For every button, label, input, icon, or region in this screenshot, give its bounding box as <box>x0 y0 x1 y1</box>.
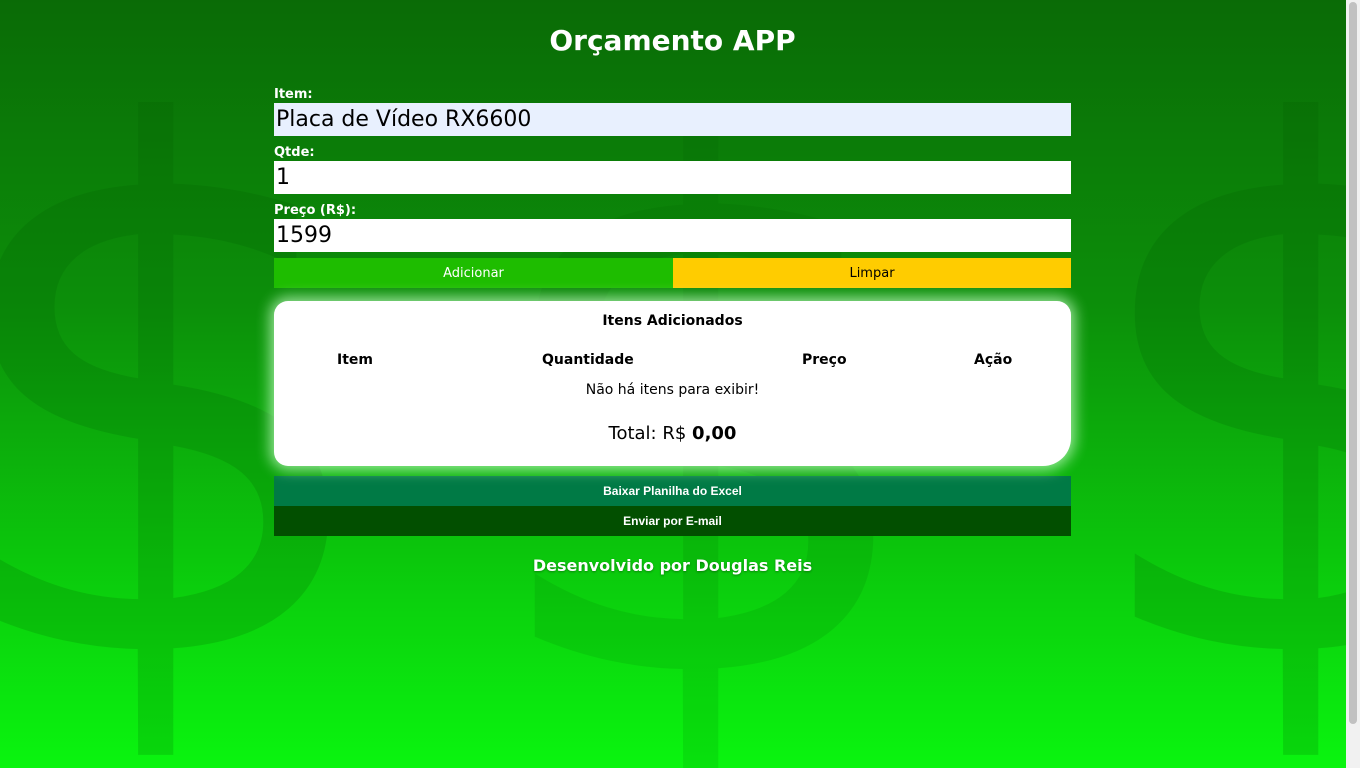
total-label: Total: R$ <box>608 423 687 444</box>
budget-form: Item: Qtde: Preço (R$): Adicionar Limpar <box>274 87 1071 288</box>
form-buttons: Adicionar Limpar <box>274 258 1071 288</box>
footer-credit: Desenvolvido por Douglas Reis <box>532 556 813 575</box>
items-card-title: Itens Adicionados <box>602 313 743 329</box>
add-button[interactable]: Adicionar <box>274 258 673 288</box>
empty-message: Não há itens para exibir! <box>585 382 760 398</box>
column-header-quantity: Quantidade <box>542 352 634 368</box>
app-container: Orçamento APP Item: Qtde: Preço (R$): Ad… <box>274 0 1071 575</box>
send-email-button[interactable]: Enviar por E-mail <box>274 506 1071 536</box>
total-value: 0,00 <box>692 423 737 444</box>
column-header-action: Ação <box>974 352 1013 368</box>
qty-input[interactable] <box>274 161 1071 194</box>
page-title: Orçamento APP <box>549 24 796 57</box>
background-dollar-sign: $ <box>1075 0 1360 768</box>
qty-label: Qtde: <box>274 145 315 160</box>
item-label: Item: <box>274 87 313 102</box>
total: Total: R$ 0,00 <box>274 423 1071 444</box>
download-excel-button[interactable]: Baixar Planilha do Excel <box>274 476 1071 506</box>
vertical-scrollbar[interactable] <box>1346 0 1360 768</box>
column-header-price: Preço <box>802 352 847 368</box>
price-label: Preço (R$): <box>274 203 357 218</box>
items-card: Itens Adicionados Item Quantidade Preço … <box>274 301 1071 466</box>
clear-button[interactable]: Limpar <box>673 258 1071 288</box>
price-input[interactable] <box>274 219 1071 252</box>
scrollbar-thumb[interactable] <box>1349 2 1357 724</box>
column-header-item: Item <box>337 352 373 368</box>
item-input[interactable] <box>274 103 1071 136</box>
